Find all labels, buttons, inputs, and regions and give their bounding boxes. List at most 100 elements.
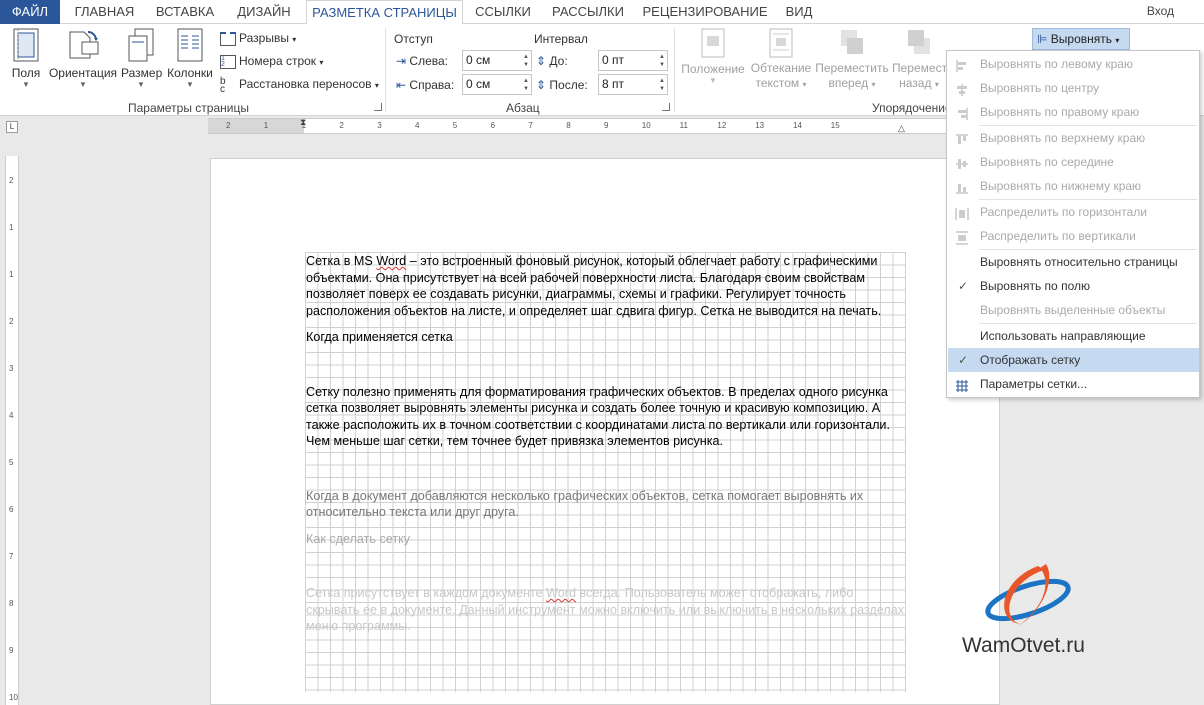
sign-in-link[interactable]: Вход <box>1147 4 1174 18</box>
tab-review[interactable]: РЕЦЕНЗИРОВАНИЕ <box>636 0 774 24</box>
align-bottom-icon <box>955 179 969 194</box>
menu-item-3[interactable]: Выровнять по правому краю <box>948 100 1199 124</box>
ruler-number: 3 <box>377 121 382 130</box>
menu-item-label: Выровнять по середине <box>980 155 1114 169</box>
indent-left-icon: ⇥ <box>396 54 407 68</box>
ruler-margin-area <box>208 119 304 133</box>
misspelled-word: Word <box>376 254 407 268</box>
ruler-number: 3 <box>9 364 14 373</box>
spin-up-icon[interactable]: ▲ <box>659 54 665 60</box>
align-button-label: Выровнять <box>1050 32 1113 46</box>
spin-up-icon[interactable]: ▲ <box>659 78 665 84</box>
tab-home[interactable]: ГЛАВНАЯ <box>62 0 147 24</box>
line-numbers-button[interactable]: 1 2 Номера строк ▾ <box>220 51 323 71</box>
spacing-before-label: ⇕ До: <box>536 54 568 68</box>
menu-item-label: Выровнять по левому краю <box>980 57 1133 71</box>
wrap-text-line1: Обтекание <box>750 61 812 75</box>
ruler-number: 10 <box>641 121 651 130</box>
tab-selector[interactable]: L <box>6 121 18 133</box>
paragraph-alignment: Когда в документ добавляются несколько г… <box>306 488 864 520</box>
vertical-ruler[interactable]: 2 1 1 2 3 4 5 6 7 8 9 10 <box>5 156 19 705</box>
tab-insert[interactable]: ВСТАВКА <box>148 0 222 24</box>
menu-item-1[interactable]: Выровнять по левому краю <box>948 52 1199 76</box>
columns-button[interactable]: Колонки ▼ <box>164 28 216 90</box>
spin-down-icon[interactable]: ▼ <box>659 62 665 68</box>
ruler-number: 2 <box>339 121 344 130</box>
tab-references[interactable]: ССЫЛКИ <box>466 0 540 24</box>
spacing-after-input[interactable]: 8 пт ▲ ▼ <box>598 74 668 95</box>
ruler-number: 12 <box>717 121 727 130</box>
ruler-number: 15 <box>830 121 840 130</box>
send-backward-line2: назад <box>899 76 932 90</box>
spin-up-icon[interactable]: ▲ <box>523 78 529 84</box>
ruler-number: 2 <box>9 176 14 185</box>
orientation-button[interactable]: Ориентация ▼ <box>48 28 118 90</box>
ruler-number: 1 <box>9 223 14 232</box>
ruler-number: 8 <box>566 121 571 130</box>
ruler-number: 4 <box>415 121 420 130</box>
document-body[interactable]: Сетка в MS Word – это встроенный фоновый… <box>306 253 904 635</box>
misspelled-word: Word <box>546 586 576 600</box>
distribute-vertical-icon <box>955 229 969 245</box>
spin-down-icon[interactable]: ▼ <box>659 86 665 92</box>
wrap-text-icon <box>769 28 793 58</box>
align-left-icon <box>955 57 969 72</box>
ruler-number: 5 <box>452 121 458 130</box>
menu-item-10[interactable]: ✓ Выровнять по полю <box>948 274 1199 298</box>
menu-item-2[interactable]: Выровнять по центру <box>948 76 1199 100</box>
tab-design[interactable]: ДИЗАЙН <box>224 0 304 24</box>
indent-left-text: Слева: <box>409 54 448 68</box>
spacing-after-text: После: <box>549 78 588 92</box>
hyphenation-button[interactable]: b c Расстановка переносов ▾ <box>220 74 379 94</box>
menu-item-4[interactable]: Выровнять по верхнему краю <box>948 126 1199 150</box>
bring-forward-button[interactable]: Переместить вперед ▾ <box>815 28 889 92</box>
size-button[interactable]: Размер ▼ <box>121 28 162 90</box>
menu-item-6[interactable]: Выровнять по нижнему краю <box>948 174 1199 198</box>
position-button[interactable]: Положение ▼ <box>680 28 746 86</box>
spacing-before-input[interactable]: 0 пт ▲ ▼ <box>598 50 668 71</box>
horizontal-ruler[interactable]: 2 1 1 2 3 4 5 6 7 8 9 10 11 12 13 14 15 ⧗ △ <box>208 117 948 134</box>
spin-up-icon[interactable]: ▲ <box>523 54 529 60</box>
right-indent-marker-icon[interactable]: △ <box>898 123 905 134</box>
tab-page-layout[interactable]: РАЗМЕТКА СТРАНИЦЫ <box>306 0 463 25</box>
tab-file[interactable]: ФАЙЛ <box>0 0 60 24</box>
chevron-down-icon: ▼ <box>79 80 87 89</box>
wrap-text-button[interactable]: Обтекание текстом ▾ <box>748 28 814 92</box>
menu-item-label: Выровнять по центру <box>980 81 1100 95</box>
menu-item-label: Выровнять по полю <box>980 279 1090 293</box>
paragraph-intro-start: Сетка в MS <box>306 254 377 268</box>
dialog-launcher-icon[interactable] <box>374 103 382 111</box>
breaks-button[interactable]: Разрывы ▾ <box>220 28 296 48</box>
menu-item-7[interactable]: Распределить по горизонтали <box>948 200 1199 224</box>
bring-forward-line1: Переместить <box>815 61 889 75</box>
ruler-number: 2 <box>9 317 14 326</box>
menu-item-12[interactable]: Использовать направляющие <box>948 324 1199 348</box>
paragraph-how: Сетка присутствует в каждом документе Wo… <box>306 585 904 635</box>
columns-icon <box>177 28 203 62</box>
menu-item-label: Распределить по горизонтали <box>980 205 1148 219</box>
menu-item-8[interactable]: Распределить по вертикали <box>948 224 1199 248</box>
menu-item-11[interactable]: Выровнять выделенные объекты <box>948 298 1199 322</box>
indent-left-input[interactable]: 0 см ▲ ▼ <box>462 50 532 71</box>
indent-right-input[interactable]: 0 см ▲ ▼ <box>462 74 532 95</box>
send-backward-button[interactable]: Переместитьназад ▾ <box>892 28 946 92</box>
align-button[interactable]: ⊫ Выровнять ▾ <box>1032 28 1130 50</box>
indent-left-value: 0 см <box>466 53 491 67</box>
margins-button[interactable]: Поля ▼ <box>8 28 44 90</box>
menu-item-13[interactable]: ✓ Отображать сетку <box>948 348 1199 372</box>
tab-mailings[interactable]: РАССЫЛКИ <box>542 0 634 24</box>
ruler-number: 7 <box>528 121 533 130</box>
position-icon <box>701 28 725 58</box>
menu-item-14[interactable]: Параметры сетки... <box>948 372 1199 396</box>
tab-view[interactable]: ВИД <box>776 0 822 24</box>
ruler-number: 9 <box>604 121 609 130</box>
spin-down-icon[interactable]: ▼ <box>523 62 529 68</box>
menu-item-5[interactable]: Выровнять по середине <box>948 150 1199 174</box>
menu-item-9[interactable]: Выровнять относительно страницы <box>948 250 1199 274</box>
dialog-launcher-icon[interactable] <box>662 103 670 111</box>
ruler-number: 13 <box>755 121 765 130</box>
wrap-text-label: Обтекание текстом ▾ <box>748 61 814 92</box>
indent-marker-icon[interactable]: ⧗ <box>300 117 306 128</box>
chevron-down-icon: ▾ <box>934 80 939 89</box>
spin-down-icon[interactable]: ▼ <box>523 86 529 92</box>
